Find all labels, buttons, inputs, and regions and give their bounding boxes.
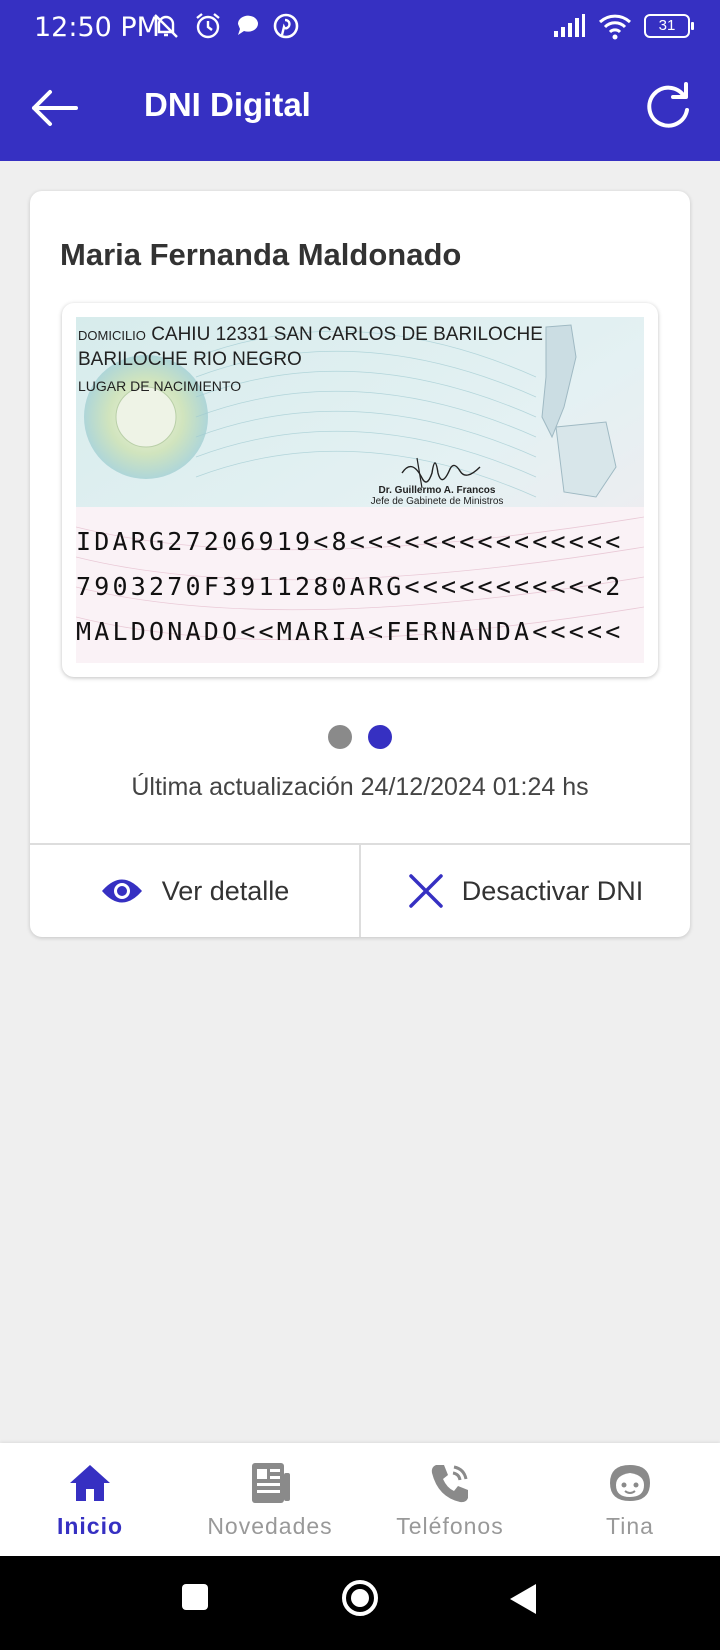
alarm-icon [196,13,220,39]
holder-name: Maria Fernanda Maldonado [60,237,462,272]
lugar-nacimiento-label: LUGAR DE NACIMIENTO [78,378,242,394]
card-actions: Ver detalle Desactivar DNI [30,845,690,937]
ver-detalle-label: Ver detalle [161,875,290,906]
home-circle-icon[interactable] [340,1578,380,1618]
nav-item-tina[interactable]: Tina [540,1443,720,1556]
nav-label-tina: Tina [606,1513,654,1539]
back-triangle-icon[interactable] [508,1582,538,1616]
last-update-text: Última actualización 24/12/2024 01:24 hs [131,773,589,801]
bottom-navigation: Inicio Novedades Teléfonos Tina [0,1443,720,1556]
recents-icon[interactable] [180,1582,210,1612]
signer-block: Dr. Guillermo A. Francos Jefe de Gabinet… [362,485,512,507]
status-system-icons: 31 [552,12,694,40]
eye-icon [101,879,142,903]
mute-bell-icon [154,14,178,38]
page-title: DNI Digital [144,86,311,123]
pinterest-icon [273,13,299,39]
signer-title: Jefe de Gabinete de Ministros [370,496,504,507]
chat-bubble-icon [237,15,258,35]
signer-name: Dr. Guillermo A. Francos [378,485,496,496]
mrz-line-2: 7903270F3911280ARG<<<<<<<<<<<2 [76,572,624,601]
nav-label-inicio: Inicio [56,1513,124,1539]
phone-icon [431,1465,468,1503]
status-time: 12:50 PM [34,12,160,43]
nav-item-inicio[interactable]: Inicio [0,1443,180,1556]
mrz-line-3: MALDONADO<<MARIA<FERNANDA<<<<< [76,617,624,646]
refresh-icon[interactable] [642,80,694,132]
status-bar: 12:50 PM 31 [0,0,720,56]
wifi-icon [598,14,632,40]
domicilio-field: DOMICILIO CAHIU 12331 SAN CARLOS DE BARI… [78,323,548,372]
pager-dot-1[interactable] [328,725,352,749]
ver-detalle-button[interactable]: Ver detalle [30,845,359,937]
domicilio-value: CAHIU 12331 SAN CARLOS DE BARILOCHE BARI… [78,324,543,370]
battery-icon: 31 [644,14,694,38]
app-bar: DNI Digital [0,56,720,161]
tina-face-icon [610,1465,650,1501]
desactivar-dni-label: Desactivar DNI [461,875,644,906]
nav-item-novedades[interactable]: Novedades [180,1443,360,1556]
arrow-left-icon[interactable] [28,84,80,132]
newspaper-icon [252,1463,290,1503]
nav-item-telefonos[interactable]: Teléfonos [360,1443,540,1556]
carousel-pager [30,725,690,749]
home-icon [70,1465,110,1501]
nav-label-novedades: Novedades [207,1513,333,1539]
signal-icon [554,14,585,37]
mrz-line-1: IDARG27206919<8<<<<<<<<<<<<<<< [76,527,624,556]
domicilio-label: DOMICILIO [78,328,146,343]
system-navigation-bar [0,1556,720,1650]
status-notification-icons [150,10,300,42]
nav-label-telefonos: Teléfonos [396,1513,504,1539]
dni-back-image[interactable]: DOMICILIO CAHIU 12331 SAN CARLOS DE BARI… [62,303,658,677]
close-icon [408,874,443,908]
dni-card: Maria Fernanda Maldonado DOMICILIO CAHIU… [30,191,690,937]
desactivar-dni-button[interactable]: Desactivar DNI [359,845,690,937]
pager-dot-2[interactable] [368,725,392,749]
